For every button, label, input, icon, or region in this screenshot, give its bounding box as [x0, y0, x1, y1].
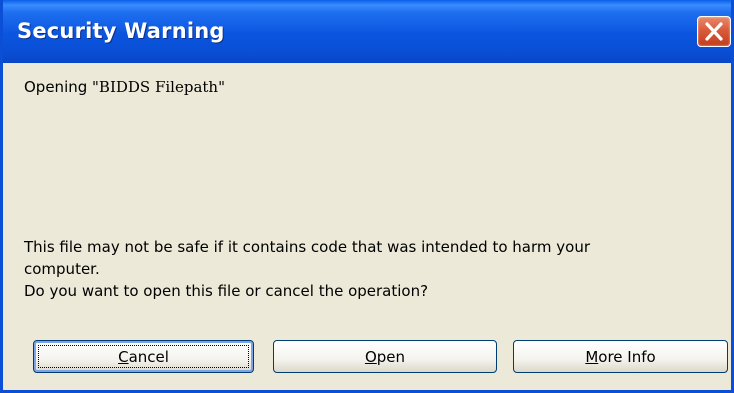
more-info-button[interactable]: More Info — [513, 340, 728, 373]
cancel-button[interactable]: Cancel — [33, 340, 254, 373]
dialog-title: Security Warning — [17, 19, 225, 43]
open-button[interactable]: Open — [273, 340, 497, 373]
title-bar[interactable]: Security Warning — [3, 0, 731, 63]
opening-label: Opening — [24, 78, 93, 96]
security-warning-dialog: Security Warning Opening "BIDDS Filepath… — [0, 0, 734, 393]
file-name: "BIDDS Filepath" — [92, 78, 225, 96]
warning-text-line-2: computer. — [24, 260, 100, 278]
open-button-label: Open — [364, 347, 406, 366]
close-button[interactable] — [697, 16, 731, 47]
warning-question: Do you want to open this file or cancel … — [24, 282, 429, 300]
more-info-button-label: More Info — [585, 347, 656, 366]
opening-file-line: Opening "BIDDS Filepath" — [24, 78, 225, 96]
warning-message: This file may not be safe if it contains… — [24, 236, 714, 302]
warning-text-line-1: This file may not be safe if it contains… — [24, 238, 590, 256]
cancel-button-label: Cancel — [118, 347, 169, 366]
